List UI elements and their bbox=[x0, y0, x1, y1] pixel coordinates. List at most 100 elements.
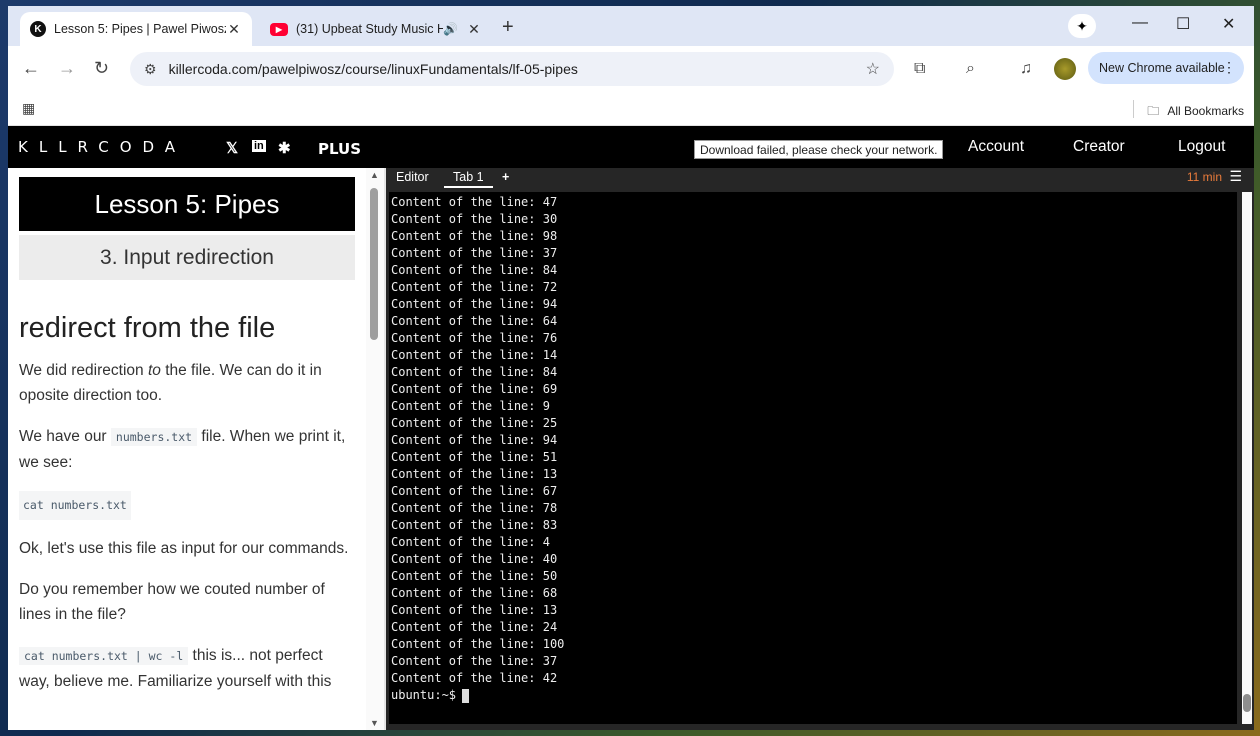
killercoda-favicon-icon: K bbox=[30, 21, 46, 37]
terminal-line: Content of the line: 100 bbox=[391, 637, 565, 651]
terminal-line: Content of the line: 50 bbox=[391, 569, 558, 583]
site-header: KLLRCODA 𝕏 in ✱ PLUS Download failed, pl… bbox=[8, 126, 1254, 168]
lesson-scrollbar[interactable]: ▲ ▼ bbox=[366, 168, 384, 730]
maximize-icon[interactable]: ☐ bbox=[1176, 14, 1190, 34]
terminal-line: Content of the line: 4 bbox=[391, 535, 550, 549]
logout-link[interactable]: Logout bbox=[1178, 138, 1225, 156]
terminal-line: Content of the line: 37 bbox=[391, 654, 558, 668]
download-failed-toast: Download failed, please check your netwo… bbox=[694, 140, 944, 159]
chrome-update-button[interactable]: New Chrome available ⋮ bbox=[1088, 52, 1244, 84]
lens-search-icon[interactable]: ⌕ bbox=[966, 60, 975, 78]
more-menu-icon[interactable]: ⋮ bbox=[1222, 59, 1236, 76]
terminal-line: Content of the line: 37 bbox=[391, 246, 558, 260]
terminal-line: Content of the line: 14 bbox=[391, 348, 558, 362]
media-controls-icon[interactable]: ♫ bbox=[1020, 60, 1032, 78]
url-text[interactable]: killercoda.com/pawelpiwosz/course/linuxF… bbox=[169, 61, 578, 77]
scrollbar-thumb[interactable] bbox=[1243, 694, 1251, 712]
terminal-line: Content of the line: 68 bbox=[391, 586, 558, 600]
terminal-line: Content of the line: 30 bbox=[391, 212, 558, 226]
prompt-text: ubuntu:~$ bbox=[391, 688, 457, 702]
terminal-line: Content of the line: 9 bbox=[391, 399, 550, 413]
browser-tab-music[interactable]: ▶ (31) Upbeat Study Music Hea 🔊 ✕ bbox=[260, 12, 492, 46]
terminal-line: Content of the line: 64 bbox=[391, 314, 558, 328]
terminal-line: Content of the line: 84 bbox=[391, 263, 558, 277]
terminal-tabs: Editor Tab 1 + 11 min ☰ bbox=[386, 168, 1254, 188]
gemini-sparkle-icon[interactable]: ✦ bbox=[1068, 14, 1096, 38]
scroll-down-icon[interactable]: ▼ bbox=[370, 718, 379, 728]
reload-icon[interactable]: ↻ bbox=[94, 58, 109, 79]
emphasis: to bbox=[147, 362, 161, 379]
scrollbar-thumb[interactable] bbox=[370, 188, 378, 340]
tab-title: (31) Upbeat Study Music Hea bbox=[296, 22, 444, 36]
terminal-line: Content of the line: 40 bbox=[391, 552, 558, 566]
extensions-icon[interactable]: ⧉ bbox=[914, 60, 925, 78]
terminal-line: Content of the line: 47 bbox=[391, 195, 558, 209]
terminal-panel: Editor Tab 1 + 11 min ☰ Content of the l… bbox=[386, 168, 1254, 730]
speaker-icon[interactable]: 🔊 bbox=[443, 22, 458, 36]
paragraph: We did redirection to the file. We can d… bbox=[19, 358, 355, 408]
terminal-line: Content of the line: 24 bbox=[391, 620, 558, 634]
terminal-cursor bbox=[462, 688, 470, 703]
forward-icon[interactable]: → bbox=[58, 58, 76, 79]
linkedin-icon[interactable]: in bbox=[252, 140, 266, 152]
address-bar[interactable]: ⚙ killercoda.com/pawelpiwosz/course/linu… bbox=[130, 52, 894, 86]
terminal-line: Content of the line: 94 bbox=[391, 297, 558, 311]
terminal-line: Content of the line: 51 bbox=[391, 450, 558, 464]
terminal-line: Content of the line: 83 bbox=[391, 518, 558, 532]
tab-terminal-1[interactable]: Tab 1 bbox=[444, 170, 493, 188]
executable-command[interactable]: cat numbers.txt bbox=[19, 491, 131, 520]
bookmark-star-icon[interactable]: ☆ bbox=[866, 59, 880, 79]
update-label: New Chrome available bbox=[1099, 61, 1225, 75]
text: We have our bbox=[19, 428, 111, 445]
paragraph: Do you remember how we couted number of … bbox=[19, 581, 325, 623]
terminal-line: Content of the line: 76 bbox=[391, 331, 558, 345]
executable-command[interactable]: cat numbers.txt | wc -l bbox=[19, 647, 189, 665]
scroll-up-icon[interactable]: ▲ bbox=[370, 170, 379, 180]
youtube-favicon-icon: ▶ bbox=[270, 22, 288, 36]
tab-title: Lesson 5: Pipes | Pawel Piwosz | bbox=[54, 22, 226, 36]
terminal-line: Content of the line: 13 bbox=[391, 603, 558, 617]
window-close-icon[interactable]: ✕ bbox=[1222, 14, 1235, 34]
x-twitter-icon[interactable]: 𝕏 bbox=[226, 139, 238, 157]
apps-grid-icon[interactable]: ▦ bbox=[22, 100, 35, 117]
new-tab-button[interactable]: + bbox=[502, 16, 514, 39]
creator-link[interactable]: Creator bbox=[1073, 138, 1125, 156]
tab-editor[interactable]: Editor bbox=[396, 170, 429, 184]
killercoda-logo[interactable]: KLLRCODA bbox=[18, 138, 186, 156]
terminal-scrollbar[interactable] bbox=[1242, 192, 1252, 724]
terminal-line: Content of the line: 94 bbox=[391, 433, 558, 447]
terminal-line: Content of the line: 69 bbox=[391, 382, 558, 396]
terminal-output[interactable]: Content of the line: 47 Content of the li… bbox=[389, 192, 1237, 724]
minimize-icon[interactable]: — bbox=[1132, 14, 1148, 32]
profile-avatar[interactable] bbox=[1054, 58, 1076, 80]
folder-icon: 🗀 bbox=[1147, 104, 1160, 118]
site-info-icon[interactable]: ⚙ bbox=[144, 61, 157, 78]
session-timer: 11 min bbox=[1186, 170, 1222, 184]
terminal-line: Content of the line: 72 bbox=[391, 280, 558, 294]
browser-tab-lesson[interactable]: K Lesson 5: Pipes | Pawel Piwosz | ✕ bbox=[20, 12, 252, 46]
paragraph: Ok, let's use this file as input for our… bbox=[19, 540, 349, 557]
paragraph: We have our numbers.txt file. When we pr… bbox=[19, 424, 355, 475]
terminal-line: Content of the line: 67 bbox=[391, 484, 558, 498]
slack-icon[interactable]: ✱ bbox=[278, 139, 291, 157]
terminal-line: Content of the line: 84 bbox=[391, 365, 558, 379]
back-icon[interactable]: ← bbox=[22, 58, 40, 79]
browser-toolbar: ← → ↻ ⚙ killercoda.com/pawelpiwosz/cours… bbox=[8, 46, 1254, 92]
terminal-line: Content of the line: 25 bbox=[391, 416, 558, 430]
tab-strip: K Lesson 5: Pipes | Pawel Piwosz | ✕ ▶ (… bbox=[8, 6, 1254, 46]
close-tab-icon[interactable]: ✕ bbox=[226, 21, 242, 38]
terminal-line: Content of the line: 42 bbox=[391, 671, 558, 685]
all-bookmarks-button[interactable]: 🗀 All Bookmarks bbox=[1147, 102, 1244, 123]
terminal-prompt[interactable]: ubuntu:~$ bbox=[391, 687, 1237, 704]
terminal-line: Content of the line: 98 bbox=[391, 229, 558, 243]
menu-icon[interactable]: ☰ bbox=[1229, 168, 1242, 185]
lesson-content: redirect from the file We did redirectio… bbox=[19, 308, 355, 710]
lesson-panel: Lesson 5: Pipes 3. Input redirection red… bbox=[8, 168, 384, 730]
plus-link[interactable]: PLUS bbox=[318, 140, 361, 158]
account-link[interactable]: Account bbox=[968, 138, 1024, 156]
add-tab-button[interactable]: + bbox=[502, 170, 509, 184]
bookmarks-divider bbox=[1133, 100, 1134, 118]
browser-window: K Lesson 5: Pipes | Pawel Piwosz | ✕ ▶ (… bbox=[8, 6, 1254, 730]
text: We did redirection bbox=[19, 362, 148, 379]
close-tab-icon[interactable]: ✕ bbox=[466, 21, 482, 38]
